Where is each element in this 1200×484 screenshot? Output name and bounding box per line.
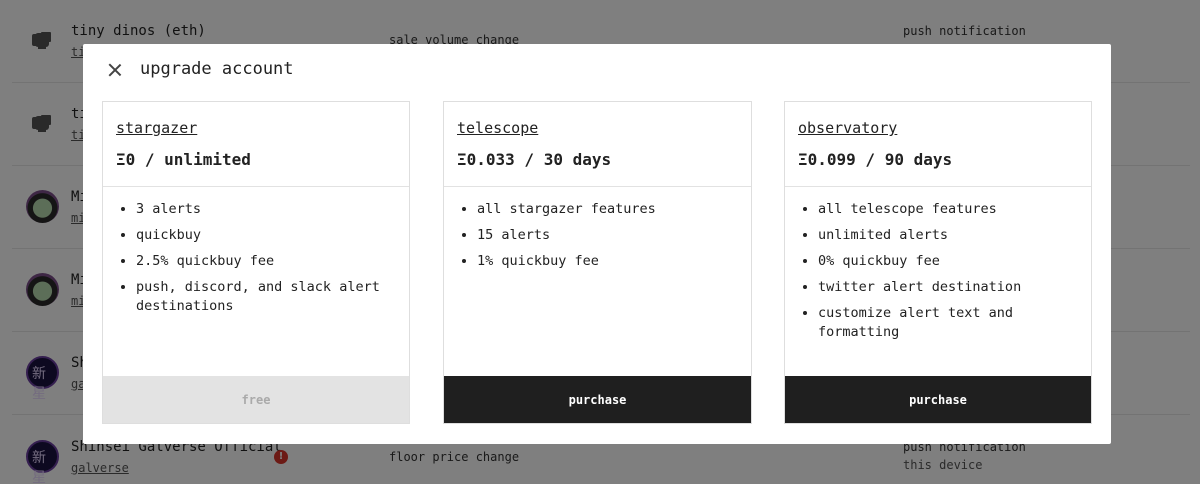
upgrade-account-modal: upgrade account stargazer Ξ0 / unlimited… <box>83 44 1111 444</box>
plan-features-list: all stargazer features 15 alerts 1% quic… <box>444 187 751 271</box>
plan-price: Ξ0.099 / 90 days <box>798 150 953 169</box>
plan-feature: customize alert text and formatting <box>818 304 1071 342</box>
plan-card-telescope: telescope Ξ0.033 / 30 days all stargazer… <box>443 101 752 424</box>
plan-feature: all telescope features <box>818 200 1071 219</box>
purchase-telescope-button[interactable]: purchase <box>444 376 751 423</box>
plan-feature: 15 alerts <box>477 226 731 245</box>
plan-feature: 0% quickbuy fee <box>818 252 1071 271</box>
plan-name-link[interactable]: telescope <box>457 119 538 137</box>
plan-name-link[interactable]: observatory <box>798 119 897 137</box>
plan-price: Ξ0 / unlimited <box>116 150 251 169</box>
plan-feature: twitter alert destination <box>818 278 1071 297</box>
plan-name-link[interactable]: stargazer <box>116 119 197 137</box>
plan-features-list: all telescope features unlimited alerts … <box>785 187 1091 342</box>
plan-card-stargazer: stargazer Ξ0 / unlimited 3 alerts quickb… <box>102 101 410 424</box>
plan-header: observatory Ξ0.099 / 90 days <box>785 102 1091 187</box>
plan-price: Ξ0.033 / 30 days <box>457 150 612 169</box>
plan-feature: all stargazer features <box>477 200 731 219</box>
plan-feature: 2.5% quickbuy fee <box>136 252 389 271</box>
plan-header: stargazer Ξ0 / unlimited <box>103 102 409 187</box>
plan-header: telescope Ξ0.033 / 30 days <box>444 102 751 187</box>
plan-feature: 1% quickbuy fee <box>477 252 731 271</box>
plan-feature: unlimited alerts <box>818 226 1071 245</box>
modal-title: upgrade account <box>140 59 294 79</box>
plan-feature: quickbuy <box>136 226 389 245</box>
plan-feature: push, discord, and slack alert destinati… <box>136 278 389 316</box>
close-icon[interactable] <box>105 60 125 80</box>
plan-feature: 3 alerts <box>136 200 389 219</box>
free-button[interactable]: free <box>103 376 409 423</box>
purchase-observatory-button[interactable]: purchase <box>785 376 1091 423</box>
plan-card-observatory: observatory Ξ0.099 / 90 days all telesco… <box>784 101 1092 424</box>
plan-features-list: 3 alerts quickbuy 2.5% quickbuy fee push… <box>103 187 409 316</box>
